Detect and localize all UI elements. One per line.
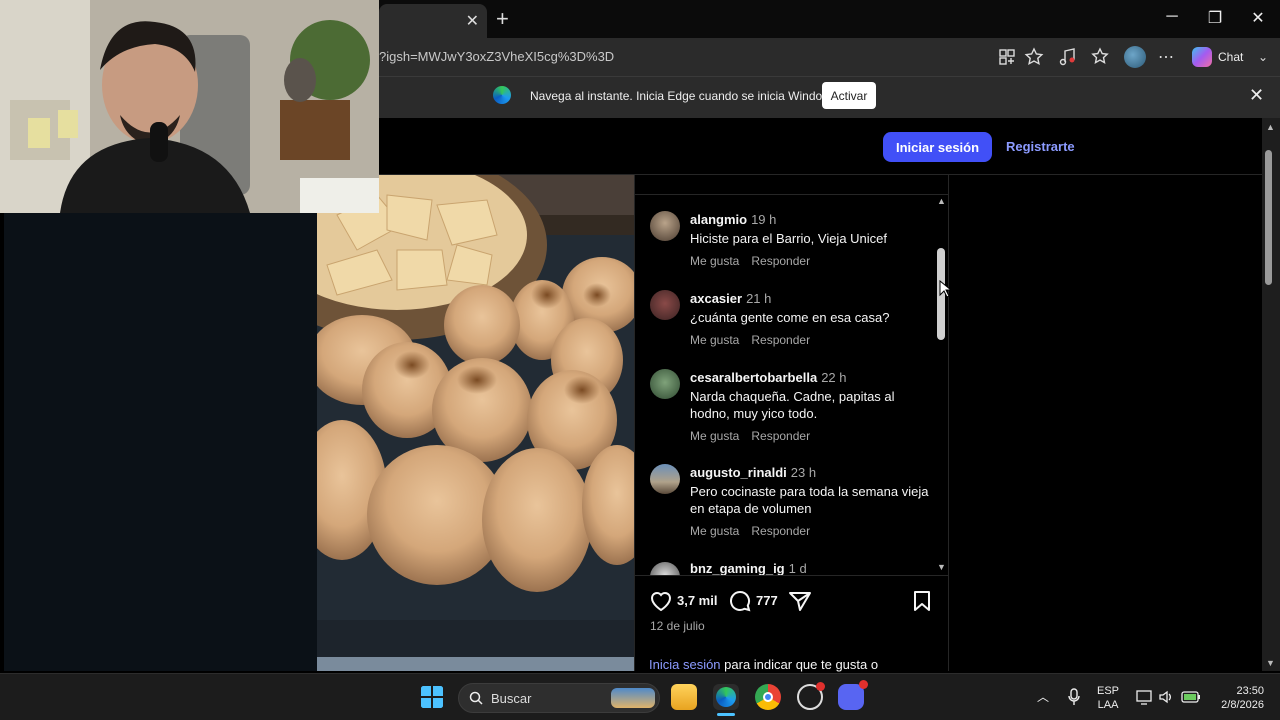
minimize-icon[interactable]: ─ bbox=[1160, 8, 1184, 26]
share-icon[interactable] bbox=[788, 590, 812, 612]
close-tab-icon[interactable]: ✕ bbox=[466, 11, 479, 31]
edge-logo-icon bbox=[493, 86, 511, 104]
obs-icon[interactable] bbox=[797, 682, 825, 710]
comment-time: 21 h bbox=[746, 291, 772, 306]
page-scroll-down-icon[interactable]: ▼ bbox=[1266, 658, 1275, 668]
like-comment-button[interactable]: Me gusta bbox=[690, 429, 739, 443]
reply-button[interactable]: Responder bbox=[751, 429, 810, 443]
chat-label: Chat bbox=[1218, 50, 1244, 64]
like-comment-button[interactable]: Me gusta bbox=[690, 254, 739, 268]
close-infobar-icon[interactable]: ✕ bbox=[1249, 85, 1264, 106]
chevron-down-icon[interactable]: ⌄ bbox=[1258, 50, 1278, 70]
likes-count[interactable]: 3,7 mil bbox=[677, 593, 717, 608]
file-explorer-icon[interactable] bbox=[671, 684, 697, 710]
heart-icon[interactable] bbox=[649, 590, 673, 612]
clock-time: 23:50 bbox=[1236, 685, 1264, 697]
webcam-overlay bbox=[0, 0, 379, 213]
avatar[interactable] bbox=[650, 369, 680, 399]
comment-time: 23 h bbox=[790, 465, 817, 480]
comment-icon[interactable] bbox=[728, 590, 752, 612]
comment-text: Hiciste para el Barrio, Vieja Unicef bbox=[690, 231, 888, 246]
close-window-icon[interactable]: ✕ bbox=[1246, 8, 1270, 28]
bookmark-icon[interactable] bbox=[912, 590, 932, 612]
comment-username[interactable]: cesaralbertobarbella bbox=[690, 370, 817, 385]
favorites-icon[interactable] bbox=[1091, 47, 1111, 67]
page-scroll-up-icon[interactable]: ▲ bbox=[1266, 122, 1275, 132]
login-prompt: Inicia sesión para indicar que te gusta … bbox=[649, 657, 878, 672]
search-highlight-image bbox=[611, 688, 655, 708]
keyboard-layout: LAA bbox=[1097, 699, 1119, 711]
discord-icon[interactable] bbox=[838, 680, 868, 710]
search-icon bbox=[469, 691, 483, 705]
divider bbox=[634, 575, 949, 576]
login-link[interactable]: Inicia sesión bbox=[649, 657, 721, 672]
edge-taskbar-icon[interactable] bbox=[713, 684, 739, 710]
scroll-up-arrow-icon[interactable]: ▲ bbox=[937, 196, 946, 206]
app-available-icon[interactable] bbox=[997, 47, 1017, 67]
profile-avatar[interactable] bbox=[1124, 46, 1146, 68]
mouse-cursor-icon bbox=[939, 280, 951, 298]
network-icon[interactable] bbox=[1136, 689, 1152, 705]
comment-username[interactable]: alangmio bbox=[690, 212, 747, 227]
comment-time: 19 h bbox=[751, 212, 777, 227]
comment-username[interactable]: axcasier bbox=[690, 291, 742, 306]
volume-icon[interactable] bbox=[1158, 689, 1174, 705]
favorite-star-icon[interactable] bbox=[1024, 47, 1044, 67]
divider bbox=[634, 194, 949, 195]
signup-link[interactable]: Registrarte bbox=[1006, 139, 1075, 154]
chevron-up-icon[interactable]: ︿ bbox=[1037, 688, 1049, 705]
language-indicator[interactable]: ESP LAA bbox=[1097, 684, 1119, 712]
avatar[interactable] bbox=[650, 211, 680, 241]
comment-text: Pero cocinaste para toda la semana vieja… bbox=[690, 484, 929, 516]
login-button[interactable]: Iniciar sesión bbox=[883, 132, 992, 162]
avatar[interactable] bbox=[650, 464, 680, 494]
search-label: Buscar bbox=[491, 691, 532, 706]
post-image bbox=[317, 175, 634, 671]
avatar[interactable] bbox=[650, 290, 680, 320]
comment-username[interactable]: bnz_gaming_ig bbox=[690, 561, 785, 575]
clock-date: 2/8/2026 bbox=[1221, 699, 1264, 711]
restore-icon[interactable]: ❐ bbox=[1203, 8, 1227, 28]
battery-icon[interactable] bbox=[1181, 690, 1201, 704]
windows-start-icon[interactable] bbox=[420, 685, 444, 709]
like-comment-button[interactable]: Me gusta bbox=[690, 333, 739, 347]
more-options-icon[interactable]: ⋯ bbox=[1158, 47, 1178, 67]
reply-button[interactable]: Responder bbox=[751, 524, 810, 538]
reply-button[interactable]: Responder bbox=[751, 254, 810, 268]
url-field[interactable]: ?igsh=MWJwY3oxZ3VheXI5cg%3D%3D bbox=[379, 49, 614, 64]
reply-button[interactable]: Responder bbox=[751, 333, 810, 347]
page-background-left bbox=[4, 213, 317, 671]
login-prompt-text: para indicar que te gusta o bbox=[720, 657, 879, 672]
avatar[interactable] bbox=[650, 562, 680, 575]
comment-username[interactable]: augusto_rinaldi bbox=[690, 465, 787, 480]
infobar-message: Navega al instante. Inicia Edge cuando s… bbox=[530, 89, 841, 103]
comment-count[interactable]: 777 bbox=[756, 593, 778, 608]
language-code: ESP bbox=[1097, 685, 1120, 697]
chrome-icon[interactable] bbox=[755, 684, 781, 710]
media-control-icon[interactable] bbox=[1058, 47, 1078, 67]
clock[interactable]: 23:50 2/8/2026 bbox=[1214, 684, 1264, 712]
post-date: 12 de julio bbox=[650, 619, 705, 633]
browser-tab[interactable]: ✕ bbox=[379, 4, 487, 38]
active-app-indicator bbox=[717, 713, 735, 716]
comment-text: Narda chaqueña. Cadne, papitas al hodno,… bbox=[690, 389, 895, 421]
scroll-down-arrow-icon[interactable]: ▼ bbox=[937, 562, 946, 572]
new-tab-icon[interactable]: + bbox=[496, 6, 509, 32]
comment-text: ¿cuánta gente come en esa casa? bbox=[690, 310, 890, 325]
like-comment-button[interactable]: Me gusta bbox=[690, 524, 739, 538]
copilot-chat-button[interactable]: Chat bbox=[1192, 45, 1243, 69]
comment-time: 22 h bbox=[821, 370, 847, 385]
copilot-icon bbox=[1192, 47, 1212, 67]
comment-time: 1 d bbox=[788, 561, 807, 575]
taskbar-search[interactable]: Buscar bbox=[458, 683, 660, 713]
microphone-icon[interactable] bbox=[1067, 688, 1081, 706]
page-scroll-thumb[interactable] bbox=[1265, 150, 1272, 285]
activate-button[interactable]: Activar bbox=[822, 82, 876, 109]
comment-item: bnz_gaming_ig 1 d bbox=[650, 560, 930, 575]
